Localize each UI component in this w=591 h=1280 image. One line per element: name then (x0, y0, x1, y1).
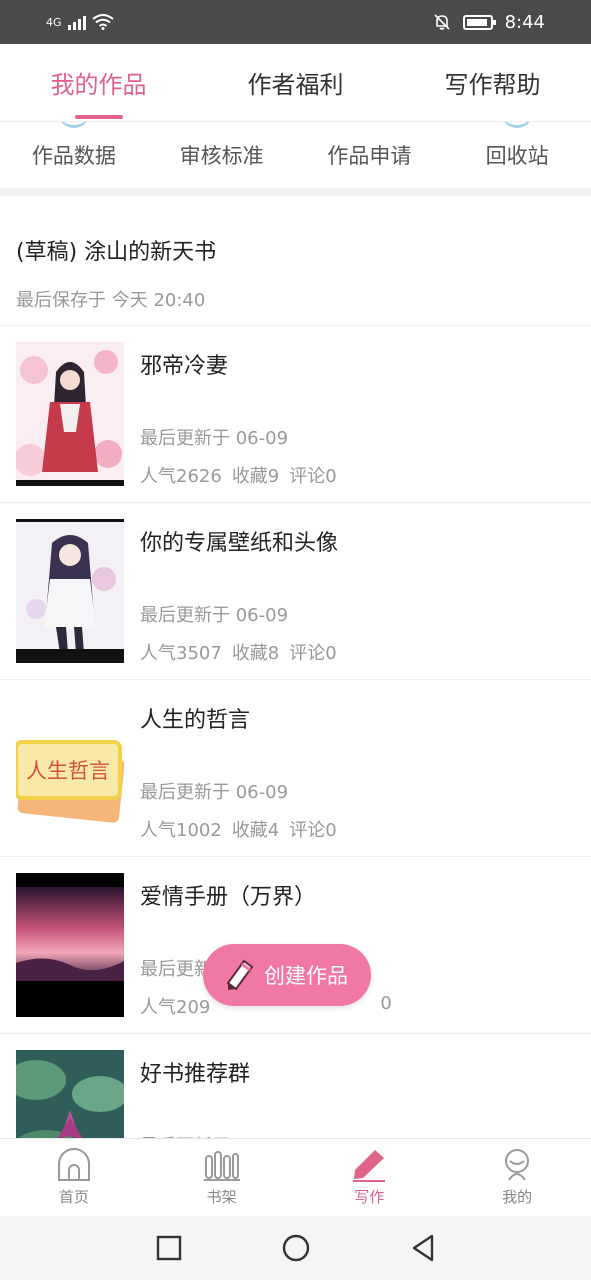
recents-icon[interactable] (156, 1235, 182, 1261)
work-updated: 最后更新于 06-09 (140, 428, 289, 449)
quick-link-review-standards[interactable]: 审核标准 (148, 122, 296, 188)
work-stats: 人气2626 收藏9 评论0 (140, 462, 575, 488)
section-divider (0, 188, 591, 196)
work-item[interactable]: 你的专属壁纸和头像 最后更新于 06-09 人气3507 收藏8 评论0 (0, 503, 591, 680)
back-icon[interactable] (410, 1234, 436, 1262)
nav-item-home[interactable]: 首页 (0, 1139, 148, 1216)
work-comments: 评论0 (289, 466, 337, 487)
draft-item[interactable]: (草稿) 涂山的新天书 最后保存于 今天 20:40 (0, 196, 591, 326)
create-work-button[interactable]: 创建作品 (203, 944, 371, 1006)
profile-icon (505, 1149, 530, 1181)
nav-label: 我的 (502, 1188, 533, 1206)
work-favorites: 收藏9 (231, 466, 280, 487)
nav-item-bookshelf[interactable]: 书架 (148, 1139, 296, 1216)
status-left: 4G (46, 14, 114, 30)
nav-label: 首页 (58, 1188, 89, 1206)
work-stats: 人气1002 收藏4 评论0 (140, 816, 575, 842)
signal-icon (67, 14, 86, 30)
quick-link-label: 回收站 (485, 144, 549, 168)
quote-card-cover-image: 人生哲言 (16, 696, 124, 840)
work-info: 邪帝冷妻 最后更新于 06-09 人气2626 收藏9 评论0 (140, 342, 575, 488)
home-circle-icon[interactable] (282, 1234, 310, 1262)
status-right: 8:44 (433, 12, 545, 33)
quick-link-recycle-bin[interactable]: 回收站 (443, 122, 591, 188)
work-data-icon (57, 122, 90, 128)
work-info: 人生的哲言 最后更新于 06-09 人气1002 收藏4 评论0 (140, 696, 575, 842)
work-favorites: 收藏4 (231, 820, 280, 841)
tab-author-benefits[interactable]: 作者福利 (197, 44, 394, 121)
battery-icon (462, 14, 496, 30)
work-popularity: 人气2626 (140, 466, 222, 487)
quick-links: 作品数据 审核标准 作品申请 回收站 (0, 122, 591, 188)
top-tabs: 我的作品 作者福利 写作帮助 (0, 44, 591, 122)
work-comments: 0 (380, 993, 392, 1014)
anime-girl-cover-image (16, 342, 124, 486)
status-bar: 4G 8:44 (0, 0, 591, 44)
work-popularity: 人气1002 (140, 820, 222, 841)
network-label: 4G (46, 15, 62, 29)
work-title: 好书推荐群 (140, 1062, 251, 1087)
nav-item-write[interactable]: 写作 (296, 1139, 444, 1216)
work-title: 你的专属壁纸和头像 (140, 531, 339, 556)
tab-my-works[interactable]: 我的作品 (0, 44, 197, 121)
pencil-icon (226, 959, 254, 991)
quick-link-work-data[interactable]: 作品数据 (0, 122, 148, 188)
work-comments: 评论0 (289, 643, 337, 664)
bookshelf-icon (203, 1151, 240, 1181)
draft-title: (草稿) 涂山的新天书 (16, 240, 217, 265)
create-work-label: 创建作品 (264, 964, 348, 988)
work-info: 你的专属壁纸和头像 最后更新于 06-09 人气3507 收藏8 评论0 (140, 519, 575, 665)
work-stats: 人气3507 收藏8 评论0 (140, 639, 575, 665)
work-item[interactable]: 人生哲言 人生的哲言 最后更新于 06-09 人气1002 收藏4 评论0 (0, 680, 591, 857)
work-cover (16, 519, 124, 663)
wifi-icon (91, 14, 114, 30)
work-cover (16, 342, 124, 486)
bottom-nav: 首页 书架 写作 我的 (0, 1138, 591, 1216)
work-cover: 人生哲言 (16, 696, 124, 840)
recycle-bin-icon (501, 122, 534, 128)
work-title: 人生的哲言 (140, 708, 251, 733)
home-icon (57, 1148, 90, 1181)
work-updated: 最后更新于 06-09 (140, 605, 289, 626)
work-item[interactable]: 邪帝冷妻 最后更新于 06-09 人气2626 收藏9 评论0 (0, 326, 591, 503)
quick-link-work-application[interactable]: 作品申请 (296, 122, 444, 188)
quick-link-label: 审核标准 (179, 144, 264, 168)
nav-label: 写作 (354, 1188, 385, 1206)
mute-bell-icon (434, 14, 450, 30)
work-title: 爱情手册（万界） (140, 885, 317, 910)
draft-saved-time: 最后保存于 今天 20:40 (16, 290, 206, 311)
works-list: 邪帝冷妻 最后更新于 06-09 人气2626 收藏9 评论0 你的专属壁纸和头… (0, 326, 591, 1211)
cover-text: 人生哲言 (26, 759, 110, 783)
work-updated: 最后更新于 06-09 (140, 782, 289, 803)
sunset-cover-image (16, 873, 124, 1017)
work-popularity: 人气3507 (140, 643, 222, 664)
nav-label: 书架 (206, 1188, 237, 1206)
tab-writing-help[interactable]: 写作帮助 (394, 44, 591, 121)
quick-link-label: 作品数据 (31, 144, 116, 168)
clock: 8:44 (504, 11, 545, 33)
work-comments: 评论0 (289, 820, 337, 841)
work-title: 邪帝冷妻 (140, 354, 229, 379)
pen-icon (353, 1150, 386, 1182)
work-favorites: 收藏8 (231, 643, 280, 664)
work-popularity: 人气209 (140, 997, 211, 1018)
nav-item-profile[interactable]: 我的 (443, 1139, 591, 1216)
system-nav-bar (0, 1216, 591, 1280)
quick-link-label: 作品申请 (327, 144, 412, 168)
work-cover (16, 873, 124, 1017)
anime-girl-cover-image (16, 519, 124, 663)
